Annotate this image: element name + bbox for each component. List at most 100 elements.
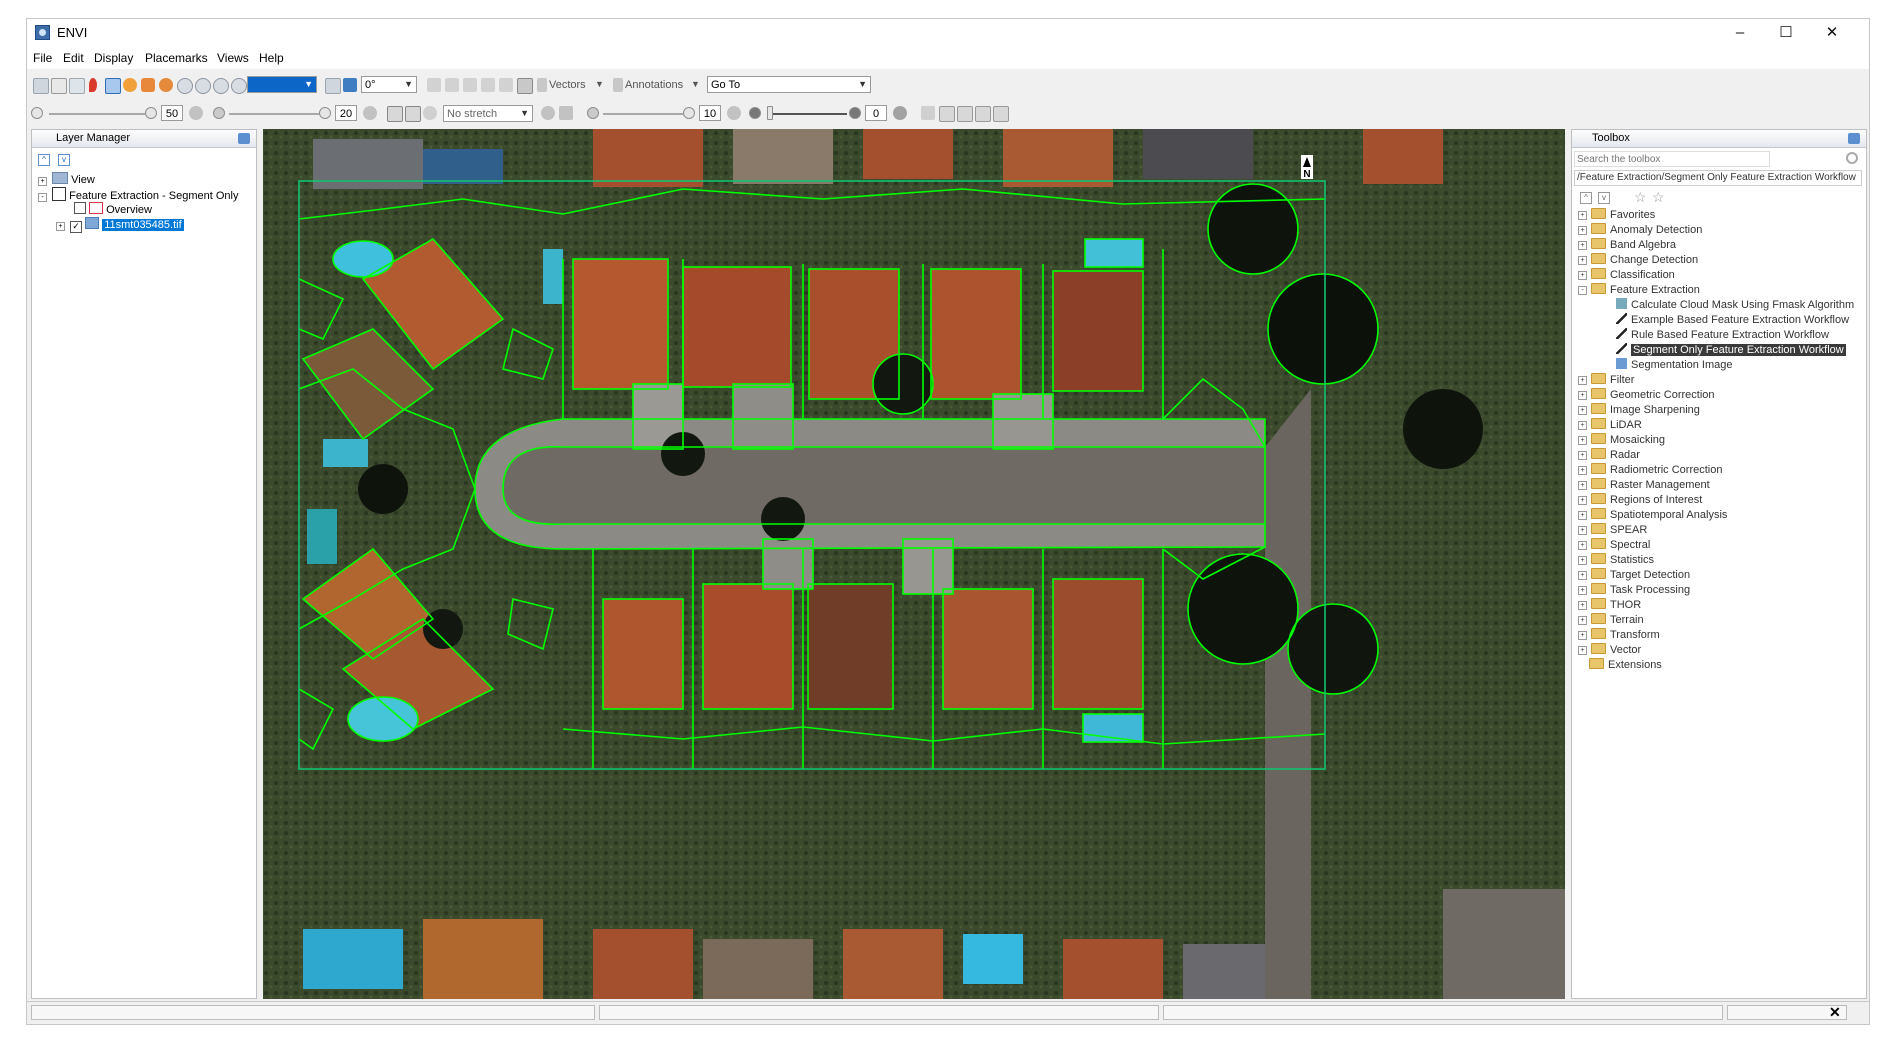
data-manager-icon[interactable] (69, 78, 85, 94)
contrast-value[interactable]: 20 (335, 105, 357, 121)
toolbox-item-filter[interactable]: + Filter (1578, 373, 1634, 388)
toolbox-item-radiometric-correction[interactable]: + Radiometric Correction (1578, 463, 1722, 478)
grid-lines-icon[interactable] (517, 78, 533, 94)
refresh-icon[interactable] (1846, 152, 1858, 164)
remove-favorite-star-icon[interactable]: ☆ (1652, 189, 1665, 206)
vectors-chevron-down-icon[interactable]: ▼ (595, 79, 604, 89)
select-tool-icon[interactable] (105, 78, 121, 94)
menu-file[interactable]: File (33, 51, 52, 65)
contrast-slider-handle[interactable] (319, 107, 331, 119)
annotations-dropdown[interactable]: Annotations (625, 79, 683, 91)
toolbox-item-task-processing[interactable]: + Task Processing (1578, 583, 1690, 598)
toolbox-item-raster-management[interactable]: + Raster Management (1578, 478, 1710, 493)
menu-placemarks[interactable]: Placemarks (145, 51, 208, 65)
stretch-select[interactable]: No stretch ▼ (443, 105, 533, 122)
zoom-in-icon[interactable] (195, 78, 211, 94)
toolbox-item-band-algebra[interactable]: + Band Algebra (1578, 238, 1676, 253)
toolbox-item-segmentation-image[interactable]: Segmentation Image (1616, 358, 1733, 373)
zoom-out-icon[interactable] (213, 78, 229, 94)
collapse-all-icon[interactable]: ^ (38, 154, 50, 166)
brightness-slider[interactable] (49, 113, 145, 115)
toolbox-item-terrain[interactable]: + Terrain (1578, 613, 1644, 628)
rotation-select[interactable]: 0° ▼ (361, 76, 417, 93)
toolbox-item-spectral[interactable]: + Spectral (1578, 538, 1650, 553)
toolbox-menu-icon[interactable] (1848, 133, 1860, 144)
join-icon[interactable] (481, 78, 495, 92)
pan-tool-icon[interactable] (123, 78, 137, 92)
placemark-icon[interactable] (89, 78, 97, 92)
toolbox-path-field[interactable]: /Feature Extraction/Segment Only Feature… (1574, 170, 1862, 186)
flicker-icon[interactable] (975, 106, 991, 122)
panel-menu-icon[interactable] (238, 133, 250, 144)
transparency-value[interactable]: 0 (865, 105, 887, 121)
toolbox-item-radar[interactable]: + Radar (1578, 448, 1640, 463)
tree-item-raster-layer[interactable]: + ✓ 11smt035485.tif (56, 217, 184, 233)
close-button[interactable]: ✕ (1809, 19, 1855, 47)
toolbox-item-favorites[interactable]: + Favorites (1578, 208, 1655, 223)
expand-all-icon[interactable]: v (58, 154, 70, 166)
stretch-icon[interactable] (387, 106, 403, 122)
toolbox-item-example-based-workflow[interactable]: Example Based Feature Extraction Workflo… (1616, 313, 1849, 328)
sharpen-slider-handle[interactable] (683, 107, 695, 119)
full-extent-icon[interactable] (231, 78, 247, 94)
vectors-dropdown[interactable]: Vectors (549, 79, 586, 91)
expand-all-icon[interactable]: v (1598, 192, 1610, 204)
reset-contrast-icon[interactable] (363, 106, 377, 120)
overview-checkbox[interactable] (74, 202, 86, 214)
toolbox-item-transform[interactable]: + Transform (1578, 628, 1660, 643)
annotations-icon[interactable] (613, 78, 623, 92)
raster-layer-checkbox[interactable]: ✓ (70, 221, 83, 233)
reset-brightness-icon[interactable] (189, 106, 203, 120)
swipe-icon[interactable] (993, 106, 1009, 122)
annotations-chevron-down-icon[interactable]: ▼ (691, 79, 700, 89)
cursor-value-icon[interactable] (939, 106, 955, 122)
open-file-icon[interactable] (33, 78, 49, 94)
zoom-tool-icon[interactable] (177, 78, 193, 94)
toolbox-item-thor[interactable]: + THOR (1578, 598, 1641, 613)
toolbox-item-image-sharpening[interactable]: + Image Sharpening (1578, 403, 1700, 418)
collapse-all-icon[interactable]: ^ (1580, 192, 1592, 204)
vector-create-icon[interactable] (427, 78, 441, 92)
sharpen-slider[interactable] (603, 113, 683, 115)
toolbox-item-mosaicking[interactable]: + Mosaicking (1578, 433, 1665, 448)
menu-help[interactable]: Help (259, 51, 284, 65)
reset-stretch-icon[interactable] (541, 106, 555, 120)
menu-display[interactable]: Display (94, 51, 133, 65)
toolbox-item-spatiotemporal-analysis[interactable]: + Spatiotemporal Analysis (1578, 508, 1727, 523)
rotate-image-icon[interactable] (343, 78, 357, 92)
toolbox-item-statistics[interactable]: + Statistics (1578, 553, 1654, 568)
auto-stretch-icon[interactable] (423, 106, 437, 120)
stretch-options-icon[interactable] (559, 106, 573, 120)
tree-item-view[interactable]: + View (38, 172, 95, 186)
toolbox-item-calculate-cloud-mask[interactable]: Calculate Cloud Mask Using Fmask Algorit… (1616, 298, 1854, 313)
goto-combobox[interactable]: Go To ▼ (707, 76, 871, 93)
tree-expander-icon[interactable]: + (56, 222, 65, 231)
transparency-slider-handle[interactable] (767, 106, 773, 120)
toolbox-item-regions-of-interest[interactable]: + Regions of Interest (1578, 493, 1702, 508)
toolbox-item-vector[interactable]: + Vector (1578, 643, 1641, 658)
toolbox-search-input[interactable] (1574, 151, 1770, 167)
brightness-slider-handle[interactable] (145, 107, 157, 119)
spectral-profile-icon[interactable] (921, 106, 935, 120)
crosshair-icon[interactable] (325, 78, 341, 94)
histogram-icon[interactable] (405, 106, 421, 122)
status-close-icon[interactable]: ✕ (1829, 1004, 1841, 1021)
toolbox-item-change-detection[interactable]: + Change Detection (1578, 253, 1698, 268)
minimize-button[interactable]: – (1717, 19, 1763, 47)
toolbox-item-target-detection[interactable]: + Target Detection (1578, 568, 1690, 583)
toolbox-item-anomaly-detection[interactable]: + Anomaly Detection (1578, 223, 1702, 238)
toolbox-item-lidar[interactable]: + LiDAR (1578, 418, 1642, 433)
toolbox-item-extensions[interactable]: Extensions (1578, 658, 1662, 673)
toolbox-item-rule-based-workflow[interactable]: Rule Based Feature Extraction Workflow (1616, 328, 1829, 343)
maximize-button[interactable]: ☐ (1763, 19, 1809, 47)
add-favorite-star-icon[interactable]: ☆ (1634, 189, 1647, 206)
vectors-icon[interactable] (537, 78, 547, 92)
vector-edit-icon[interactable] (445, 78, 459, 92)
zoom-percent-select[interactable]: ▼ (247, 76, 317, 93)
tree-expander-icon[interactable]: + (38, 177, 47, 186)
transparency-slider[interactable] (767, 113, 847, 115)
reset-transparency-icon[interactable] (893, 106, 907, 120)
toolbox-item-segment-only-workflow[interactable]: Segment Only Feature Extraction Workflow (1616, 343, 1846, 358)
rotate-tool-icon[interactable] (159, 78, 173, 92)
brightness-value[interactable]: 50 (161, 105, 183, 121)
